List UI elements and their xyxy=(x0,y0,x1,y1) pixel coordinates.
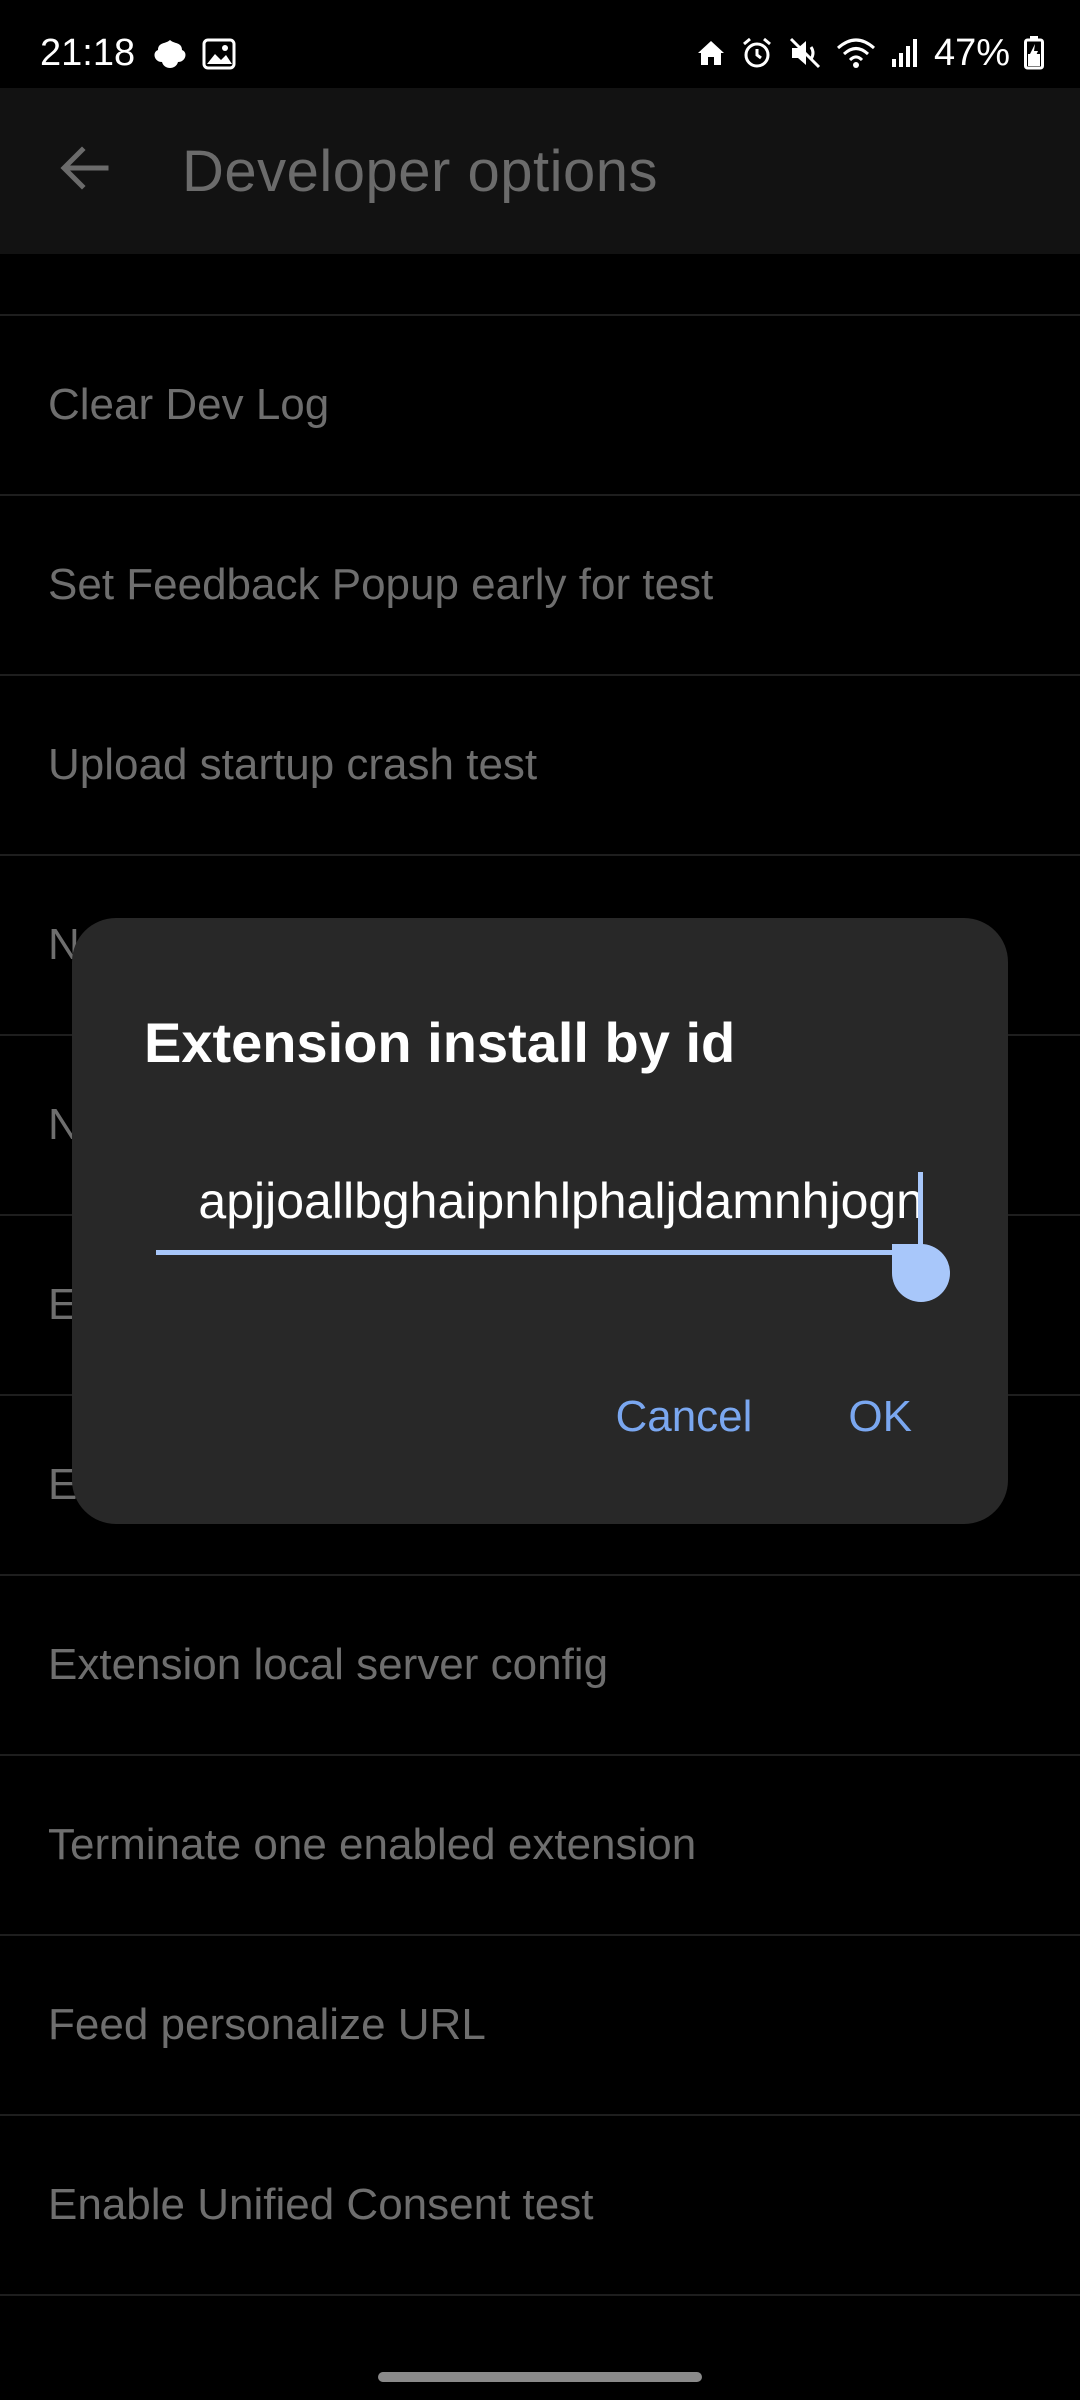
cursor-handle[interactable] xyxy=(892,1244,950,1302)
page-title: Developer options xyxy=(182,139,659,204)
home-icon xyxy=(696,38,726,68)
status-time: 21:18 xyxy=(40,32,136,74)
status-right-icons: 47% xyxy=(696,34,1044,72)
extension-id-value: apjjoallbghaipnhlphaljdamnhjogn xyxy=(198,1173,924,1229)
dialog-title: Extension install by id xyxy=(144,1011,736,1074)
battery-icon xyxy=(1024,36,1044,70)
list-item[interactable]: Enable Unified Consent test xyxy=(0,2116,1080,2296)
notification-app-icon xyxy=(152,38,188,77)
arrow-back-icon xyxy=(56,140,112,201)
list-item[interactable]: Extension local server config xyxy=(0,1576,1080,1756)
gesture-bar[interactable] xyxy=(378,2372,702,2382)
cancel-button[interactable]: Cancel xyxy=(615,1392,752,1442)
app-bar: Developer options xyxy=(0,88,1080,254)
extension-id-input[interactable]: apjjoallbghaipnhlphaljdamnhjogn xyxy=(156,1166,926,1255)
extension-install-dialog: Extension install by id apjjoallbghaipnh… xyxy=(72,918,1008,1524)
ok-button[interactable]: OK xyxy=(848,1392,912,1442)
list-divider xyxy=(0,254,1080,316)
status-bar: 21:18 47% xyxy=(0,0,1080,88)
alarm-icon xyxy=(740,36,774,70)
gallery-icon xyxy=(202,38,236,77)
list-item[interactable]: Clear Dev Log xyxy=(0,316,1080,496)
list-item[interactable]: Upload startup crash test xyxy=(0,676,1080,856)
status-left-icons xyxy=(152,38,236,77)
mute-icon xyxy=(788,36,822,70)
list-item[interactable]: Terminate one enabled extension xyxy=(0,1756,1080,1936)
list-item[interactable]: Feed personalize URL xyxy=(0,1936,1080,2116)
battery-percentage: 47% xyxy=(933,32,1010,74)
wifi-icon xyxy=(836,36,876,70)
dialog-actions: Cancel OK xyxy=(615,1392,912,1442)
list-item[interactable]: Set Feedback Popup early for test xyxy=(0,496,1080,676)
back-button[interactable] xyxy=(46,132,122,208)
signal-icon xyxy=(890,37,920,69)
